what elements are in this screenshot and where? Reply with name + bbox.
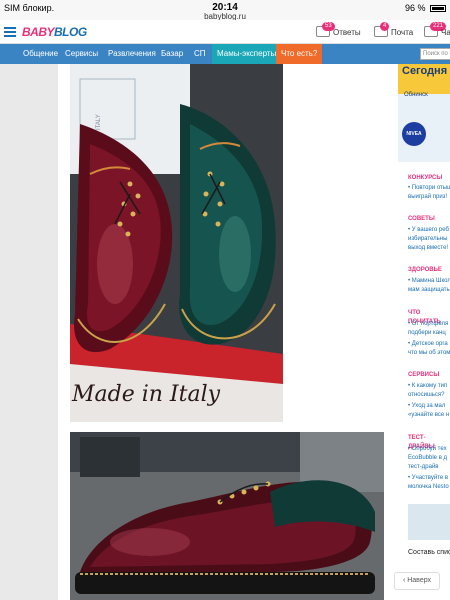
sidebar-bottom-text[interactable]: Составь спис bbox=[408, 548, 450, 557]
sidebar-link[interactable]: EcoBubble в д bbox=[408, 454, 450, 463]
nav-item-mom-experts[interactable]: Мамы-эксперты bbox=[212, 44, 282, 64]
nav-item-communication[interactable]: Общение bbox=[18, 44, 63, 64]
sidebar-link[interactable]: • Уход за мал bbox=[408, 402, 450, 411]
shoe-side-illustration bbox=[70, 432, 384, 600]
ios-status-bar: SIM блокир. 20:14 babyblog.ru 96 % bbox=[0, 0, 450, 21]
nav-item-bazaar[interactable]: Базар bbox=[156, 44, 188, 64]
sidebar-link[interactable]: • К какому тип bbox=[408, 382, 450, 391]
chat-link[interactable]: 221 Ча bbox=[424, 20, 450, 44]
sidebar-link[interactable]: относишься? bbox=[408, 391, 450, 400]
nivea-logo: NIVEA bbox=[402, 122, 426, 146]
section-title-services: СЕРВИСЫ bbox=[408, 372, 440, 378]
sidebar-link[interactable]: «узнайте все н bbox=[408, 411, 450, 420]
sidebar-link[interactable]: подбери канц bbox=[408, 329, 450, 338]
nav-item-services[interactable]: Сервисы bbox=[60, 44, 103, 64]
battery-percent: 96 % bbox=[404, 3, 426, 13]
sidebar-thumbnail[interactable] bbox=[408, 504, 450, 540]
sidebar-link[interactable]: выиграй приз! bbox=[408, 193, 450, 202]
mail-label: Почта bbox=[391, 28, 414, 37]
menu-icon[interactable] bbox=[4, 27, 16, 37]
sidebar-link[interactable]: • У вашего реб bbox=[408, 226, 450, 235]
advert-banner[interactable]: Сегодня Обнинск NIVEA bbox=[398, 64, 450, 162]
sidebar-link[interactable]: избирательны bbox=[408, 235, 450, 244]
advert-city: Обнинск bbox=[404, 92, 428, 98]
post-photo-shoes-side[interactable] bbox=[70, 432, 384, 600]
right-sidebar: Сегодня Обнинск NIVEA КОНКУРСЫ • Повтори… bbox=[398, 64, 450, 600]
box-label-made-in-italy: Made in Italy bbox=[72, 382, 221, 407]
back-to-top-button[interactable]: ‹ Наверх bbox=[394, 572, 440, 590]
nav-item-entertainment[interactable]: Развлечения bbox=[103, 44, 161, 64]
sidebar-link[interactable]: • Мамина Школ bbox=[408, 277, 450, 286]
sidebar-link[interactable]: • От портфеля bbox=[408, 320, 450, 329]
mail-link[interactable]: 4 Почта bbox=[374, 20, 418, 44]
advert-headline: Сегодня bbox=[402, 65, 448, 77]
answers-label: Ответы bbox=[333, 28, 361, 37]
sidebar-link[interactable]: молочка Nesto bbox=[408, 483, 450, 492]
sidebar-link[interactable]: выход вместе! bbox=[408, 244, 450, 253]
nav-item-what-is[interactable]: Что есть? bbox=[276, 44, 323, 64]
section-title-advice: СОВЕТЫ bbox=[408, 216, 435, 222]
logo-part-1: BABY bbox=[22, 25, 55, 39]
section-title-health: ЗДОРОВЬЕ bbox=[408, 267, 442, 273]
nav-item-sp[interactable]: СП bbox=[189, 44, 211, 64]
section-title-contests: КОНКУРСЫ bbox=[408, 175, 443, 181]
post-photo-shoes-top[interactable]: Made in Italy ITALY bbox=[70, 64, 283, 422]
site-header: BABYBLOG 53 Ответы 4 Почта 221 Ча bbox=[0, 20, 450, 44]
search-input[interactable]: Поиск по блогам bbox=[420, 48, 450, 60]
sidebar-link[interactable]: тест-драйв bbox=[408, 463, 450, 472]
battery-indicator: 96 % bbox=[405, 3, 446, 13]
chat-label: Ча bbox=[441, 28, 450, 37]
answers-link[interactable]: 53 Ответы bbox=[316, 20, 366, 44]
sidebar-link[interactable]: что мы об этом bbox=[408, 349, 450, 358]
back-to-top-label: Наверх bbox=[407, 577, 432, 584]
sidebar-link[interactable]: • Участвуйте в bbox=[408, 474, 450, 483]
sidebar-link[interactable]: • Детское орга bbox=[408, 340, 450, 349]
main-nav: Общение Сервисы Развлечения Базар СП Мам… bbox=[0, 44, 450, 64]
sidebar-link[interactable]: • Опробуй тех bbox=[408, 445, 450, 454]
site-logo[interactable]: BABYBLOG bbox=[22, 25, 87, 39]
sidebar-link[interactable]: мам защищать bbox=[408, 286, 450, 295]
paper-label-italy: ITALY bbox=[96, 114, 102, 130]
logo-part-2: BLOG bbox=[54, 25, 87, 39]
battery-icon bbox=[430, 5, 446, 13]
sidebar-link[interactable]: • Повтори отыщ bbox=[408, 184, 450, 193]
